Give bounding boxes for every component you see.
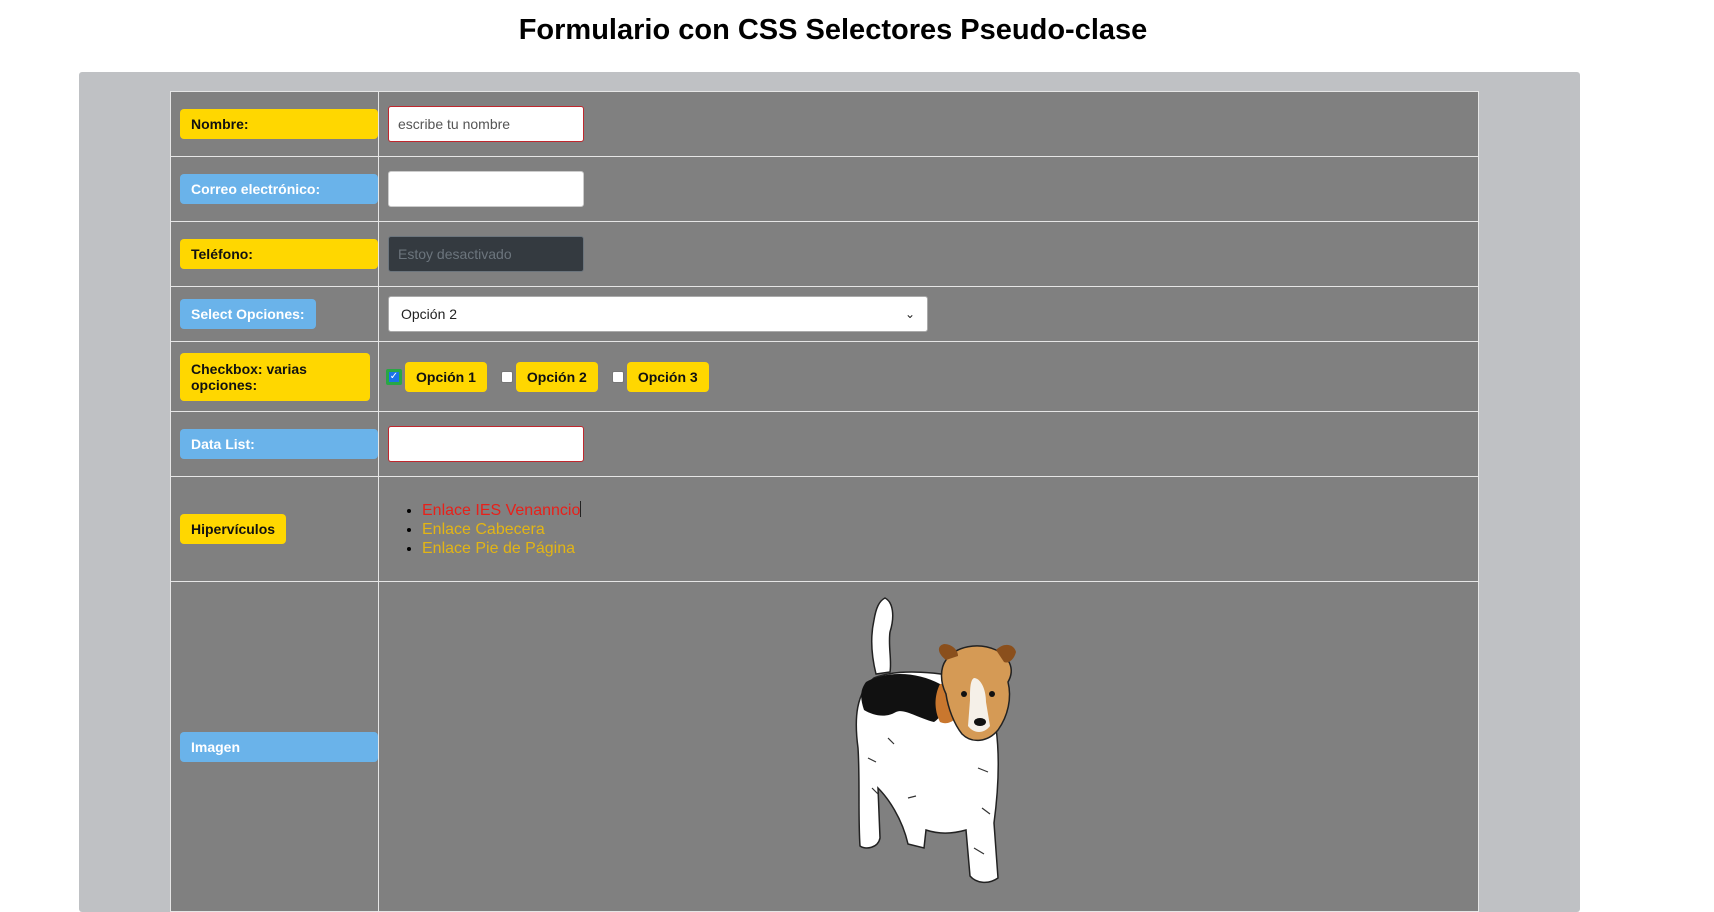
checkbox-group: ✓ Opción 1 Opción 2 Opción 3 bbox=[386, 361, 1478, 392]
row-imagen: Imagen bbox=[170, 581, 1479, 912]
list-item: Enlace Pie de Página bbox=[422, 539, 1478, 558]
checkbox-opcion-1-label[interactable]: Opción 1 bbox=[405, 361, 487, 392]
checkbox-opcion-1[interactable]: ✓ bbox=[386, 368, 402, 385]
select-label: Select Opciones: bbox=[180, 299, 316, 329]
list-item: Enlace IES Venanncio bbox=[422, 500, 1478, 520]
checkbox-label: Checkbox: varias opciones: bbox=[180, 352, 370, 401]
row-telefono: Teléfono: Estoy desactivado bbox=[170, 221, 1479, 287]
telefono-input-disabled: Estoy desactivado bbox=[388, 236, 584, 272]
list-item: Enlace Cabecera bbox=[422, 520, 1478, 539]
link-ies-venanncio[interactable]: Enlace IES Venanncio bbox=[422, 502, 580, 519]
page-title: Formulario con CSS Selectores Pseudo-cla… bbox=[518, 14, 1148, 46]
checkbox-opcion-2-label[interactable]: Opción 2 bbox=[515, 361, 598, 392]
form-panel: Nombre: escribe tu nombre Correo electró… bbox=[79, 72, 1580, 912]
checkbox-opcion-3[interactable] bbox=[611, 370, 624, 383]
chevron-down-icon: ⌄ bbox=[904, 307, 915, 321]
correo-label: Correo electrónico: bbox=[180, 174, 378, 204]
link-cabecera[interactable]: Enlace Cabecera bbox=[422, 521, 545, 538]
row-datalist: Data List: bbox=[170, 411, 1479, 477]
row-correo: Correo electrónico: bbox=[170, 156, 1479, 222]
datalist-input[interactable] bbox=[388, 426, 584, 462]
row-nombre: Nombre: escribe tu nombre bbox=[170, 91, 1479, 157]
checkbox-opcion-2[interactable] bbox=[500, 370, 513, 383]
hipervinculos-label: Hipervículos bbox=[180, 514, 287, 544]
row-hipervinculos: Hipervículos Enlace IES Venanncio Enlace… bbox=[170, 476, 1479, 582]
email-field[interactable] bbox=[388, 171, 584, 207]
row-select: Select Opciones: Opción 2 ⌄ bbox=[170, 286, 1479, 342]
nombre-input[interactable]: escribe tu nombre bbox=[388, 106, 584, 142]
links-list: Enlace IES Venanncio Enlace Cabecera Enl… bbox=[388, 500, 1478, 558]
link-pie-de-pagina[interactable]: Enlace Pie de Página bbox=[422, 540, 575, 557]
text-caret bbox=[580, 500, 582, 517]
dog-image bbox=[855, 597, 1016, 884]
options-select[interactable]: Opción 2 ⌄ bbox=[388, 296, 928, 332]
nombre-placeholder: escribe tu nombre bbox=[398, 116, 511, 132]
telefono-placeholder: Estoy desactivado bbox=[398, 246, 512, 262]
imagen-label: Imagen bbox=[180, 731, 378, 762]
datalist-label: Data List: bbox=[180, 429, 378, 459]
row-checkbox: Checkbox: varias opciones: ✓ Opción 1 Op… bbox=[170, 341, 1479, 412]
checkbox-opcion-3-label[interactable]: Opción 3 bbox=[626, 361, 709, 392]
select-value: Opción 2 bbox=[401, 306, 458, 322]
nombre-label: Nombre: bbox=[180, 109, 378, 139]
form-table: Nombre: escribe tu nombre Correo electró… bbox=[170, 91, 1479, 912]
telefono-label: Teléfono: bbox=[180, 239, 378, 269]
